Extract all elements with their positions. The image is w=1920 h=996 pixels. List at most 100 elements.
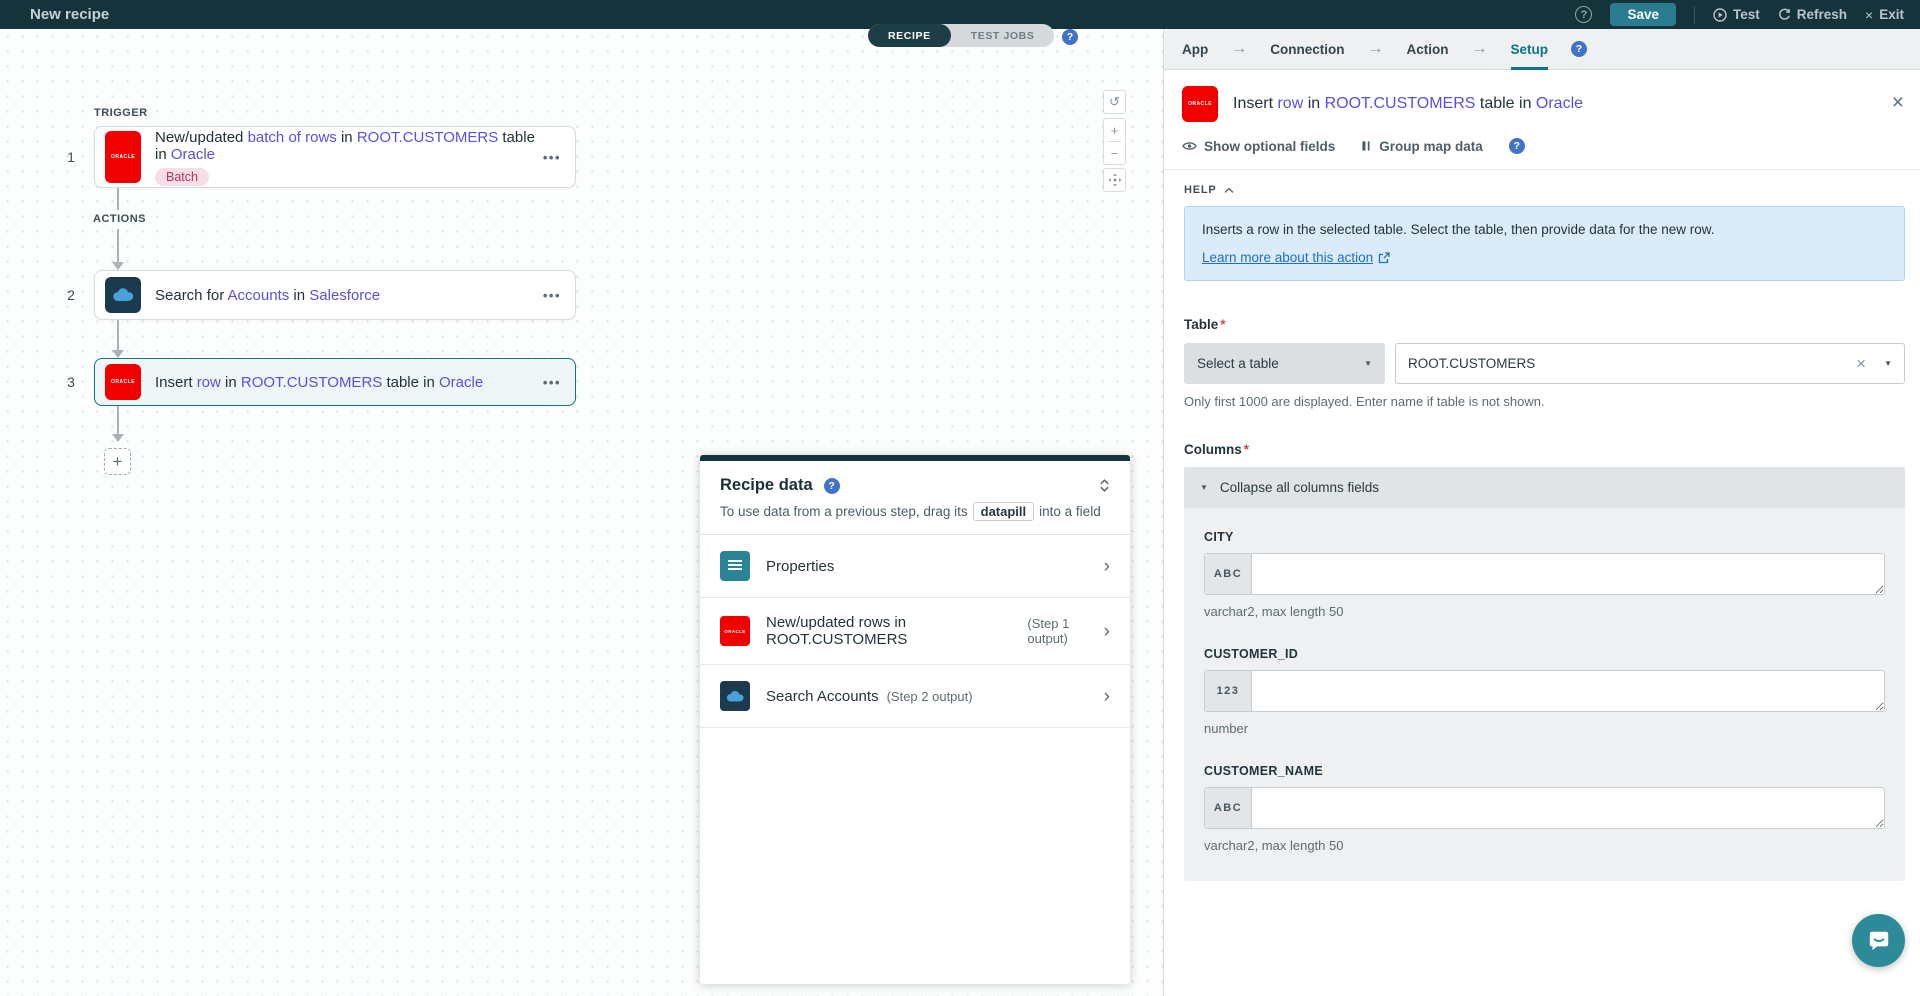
table-link[interactable]: ROOT.CUSTOMERS	[1325, 95, 1476, 112]
step-setup-panel: App → Connection → Action → Setup ? ORAC…	[1163, 29, 1920, 996]
list-item-step1-output[interactable]: ORACLE New/updated rows in ROOT.CUSTOMER…	[700, 598, 1130, 665]
arrow-right-icon: →	[1472, 40, 1488, 58]
list-item-step2-output[interactable]: Search Accounts (Step 2 output) ›	[700, 665, 1130, 728]
connector-line	[117, 188, 119, 210]
group-map-data-button[interactable]: Group map data	[1361, 139, 1483, 154]
chevron-right-icon: ›	[1104, 557, 1110, 576]
breadcrumb-action[interactable]: Action	[1407, 29, 1449, 70]
exit-button[interactable]: × Exit	[1865, 7, 1904, 23]
chevron-right-icon: ›	[1104, 622, 1110, 641]
app-link[interactable]: Oracle	[171, 146, 215, 163]
recipe-canvas: TRIGGER 1 ORACLE New/updated batch of ro…	[0, 29, 1163, 996]
city-input[interactable]	[1252, 554, 1884, 594]
table-name-input[interactable]	[1408, 356, 1856, 371]
required-mark: *	[1244, 442, 1249, 457]
select-table-dropdown[interactable]: Select a table ▼	[1184, 343, 1385, 384]
recipe-data-hint: To use data from a previous step, drag i…	[720, 502, 1110, 521]
tab-recipe[interactable]: RECIPE	[868, 24, 951, 47]
show-optional-fields-button[interactable]: Show optional fields	[1182, 139, 1335, 154]
properties-icon	[720, 551, 750, 581]
help-section-toggle[interactable]: HELP	[1184, 184, 1905, 196]
table-link[interactable]: ROOT.CUSTOMERS	[357, 129, 498, 146]
connector-arrowhead	[112, 350, 124, 358]
arrow-right-icon: →	[1368, 40, 1384, 58]
group-map-icon	[1361, 140, 1372, 152]
trigger-label: TRIGGER	[94, 107, 148, 119]
connector-arrowhead	[112, 262, 124, 270]
more-options-icon[interactable]: •••	[543, 375, 561, 390]
help-icon[interactable]: ?	[1509, 138, 1525, 154]
customer-id-input[interactable]	[1252, 671, 1884, 711]
more-options-icon[interactable]: •••	[543, 288, 561, 303]
row-link[interactable]: row	[1277, 95, 1303, 112]
step-title: Search for Accounts in Salesforce	[155, 287, 543, 304]
step-number: 1	[61, 149, 81, 165]
type-addon: ABC	[1205, 788, 1252, 828]
oracle-icon: ORACLE	[720, 616, 750, 646]
reset-icon[interactable]: ↺	[1104, 91, 1125, 113]
type-addon: ABC	[1205, 554, 1252, 594]
app-link[interactable]: Salesforce	[309, 287, 380, 304]
list-item-properties[interactable]: Properties ›	[700, 535, 1130, 598]
chevron-right-icon: ›	[1104, 687, 1110, 706]
play-icon	[1713, 8, 1727, 22]
external-link-icon	[1378, 252, 1390, 264]
help-box: Inserts a row in the selected table. Sel…	[1184, 206, 1905, 281]
save-button[interactable]: Save	[1610, 3, 1676, 26]
customer-name-input[interactable]	[1252, 788, 1884, 828]
clear-icon[interactable]: ×	[1856, 355, 1866, 372]
caret-down-icon: ▼	[1200, 483, 1208, 492]
connector-line	[117, 406, 119, 434]
breadcrumb-app[interactable]: App	[1182, 29, 1208, 70]
learn-more-link[interactable]: Learn more about this action	[1202, 250, 1373, 265]
more-options-icon[interactable]: •••	[543, 150, 561, 165]
columns-field-label: Columns*	[1184, 442, 1905, 457]
close-panel-icon[interactable]: ×	[1892, 92, 1904, 113]
breadcrumb-connection[interactable]: Connection	[1270, 29, 1344, 70]
collapse-panel-icon[interactable]	[1099, 478, 1110, 493]
refresh-button[interactable]: Refresh	[1778, 7, 1847, 22]
step-card-trigger[interactable]: ORACLE New/updated batch of rows in ROOT…	[94, 126, 576, 188]
step-title: Insert row in ROOT.CUSTOMERS table in Or…	[155, 374, 543, 391]
collapse-columns-button[interactable]: ▼ Collapse all columns fields	[1184, 467, 1905, 508]
step-title: New/updated batch of rows in ROOT.CUSTOM…	[155, 129, 543, 163]
step-card-insert-row[interactable]: ORACLE Insert row in ROOT.CUSTOMERS tabl…	[94, 358, 576, 406]
breadcrumb-setup[interactable]: Setup	[1511, 29, 1549, 70]
oracle-icon: ORACLE	[1182, 86, 1218, 122]
connector-arrowhead	[112, 434, 124, 442]
app-link[interactable]: Oracle	[1536, 95, 1583, 112]
chat-widget-button[interactable]	[1852, 914, 1905, 967]
column-field-customer-name: CUSTOMER_NAME ABC varchar2, max length 5…	[1204, 764, 1885, 853]
object-link[interactable]: Accounts	[228, 287, 290, 304]
step-card-search-accounts[interactable]: Search for Accounts in Salesforce •••	[94, 270, 576, 320]
row-link[interactable]: row	[197, 374, 221, 391]
recipe-test-toggle: RECIPE TEST JOBS	[868, 24, 1054, 47]
fit-view-button[interactable]	[1103, 168, 1126, 192]
datapill-sample: datapill	[973, 502, 1035, 521]
column-field-city: CITY ABC varchar2, max length 50	[1204, 530, 1885, 619]
zoom-out-button[interactable]: −	[1104, 142, 1125, 164]
trigger-event-link[interactable]: batch of rows	[248, 129, 337, 146]
salesforce-icon	[720, 681, 750, 711]
chevron-up-icon	[1224, 187, 1234, 194]
help-icon[interactable]: ?	[1062, 29, 1078, 45]
actions-label: ACTIONS	[93, 213, 146, 225]
zoom-in-button[interactable]: +	[1104, 119, 1125, 141]
refresh-icon	[1778, 8, 1791, 21]
tab-test-jobs[interactable]: TEST JOBS	[951, 24, 1055, 47]
help-icon[interactable]: ?	[1575, 6, 1592, 23]
help-icon[interactable]: ?	[1571, 41, 1587, 57]
app-link[interactable]: Oracle	[439, 374, 483, 391]
recipe-data-title: Recipe data	[720, 476, 813, 495]
caret-down-icon[interactable]: ▼	[1884, 359, 1892, 368]
add-step-button[interactable]: +	[104, 448, 131, 475]
help-icon[interactable]: ?	[824, 478, 840, 494]
table-field-label: Table*	[1184, 317, 1905, 332]
divider	[1694, 6, 1695, 24]
salesforce-icon	[105, 277, 141, 313]
zoom-reset-button[interactable]: ↺	[1103, 90, 1126, 114]
test-button[interactable]: Test	[1713, 7, 1760, 22]
breadcrumb: App → Connection → Action → Setup ?	[1164, 29, 1920, 70]
table-link[interactable]: ROOT.CUSTOMERS	[241, 374, 382, 391]
column-name: CUSTOMER_NAME	[1204, 764, 1885, 778]
